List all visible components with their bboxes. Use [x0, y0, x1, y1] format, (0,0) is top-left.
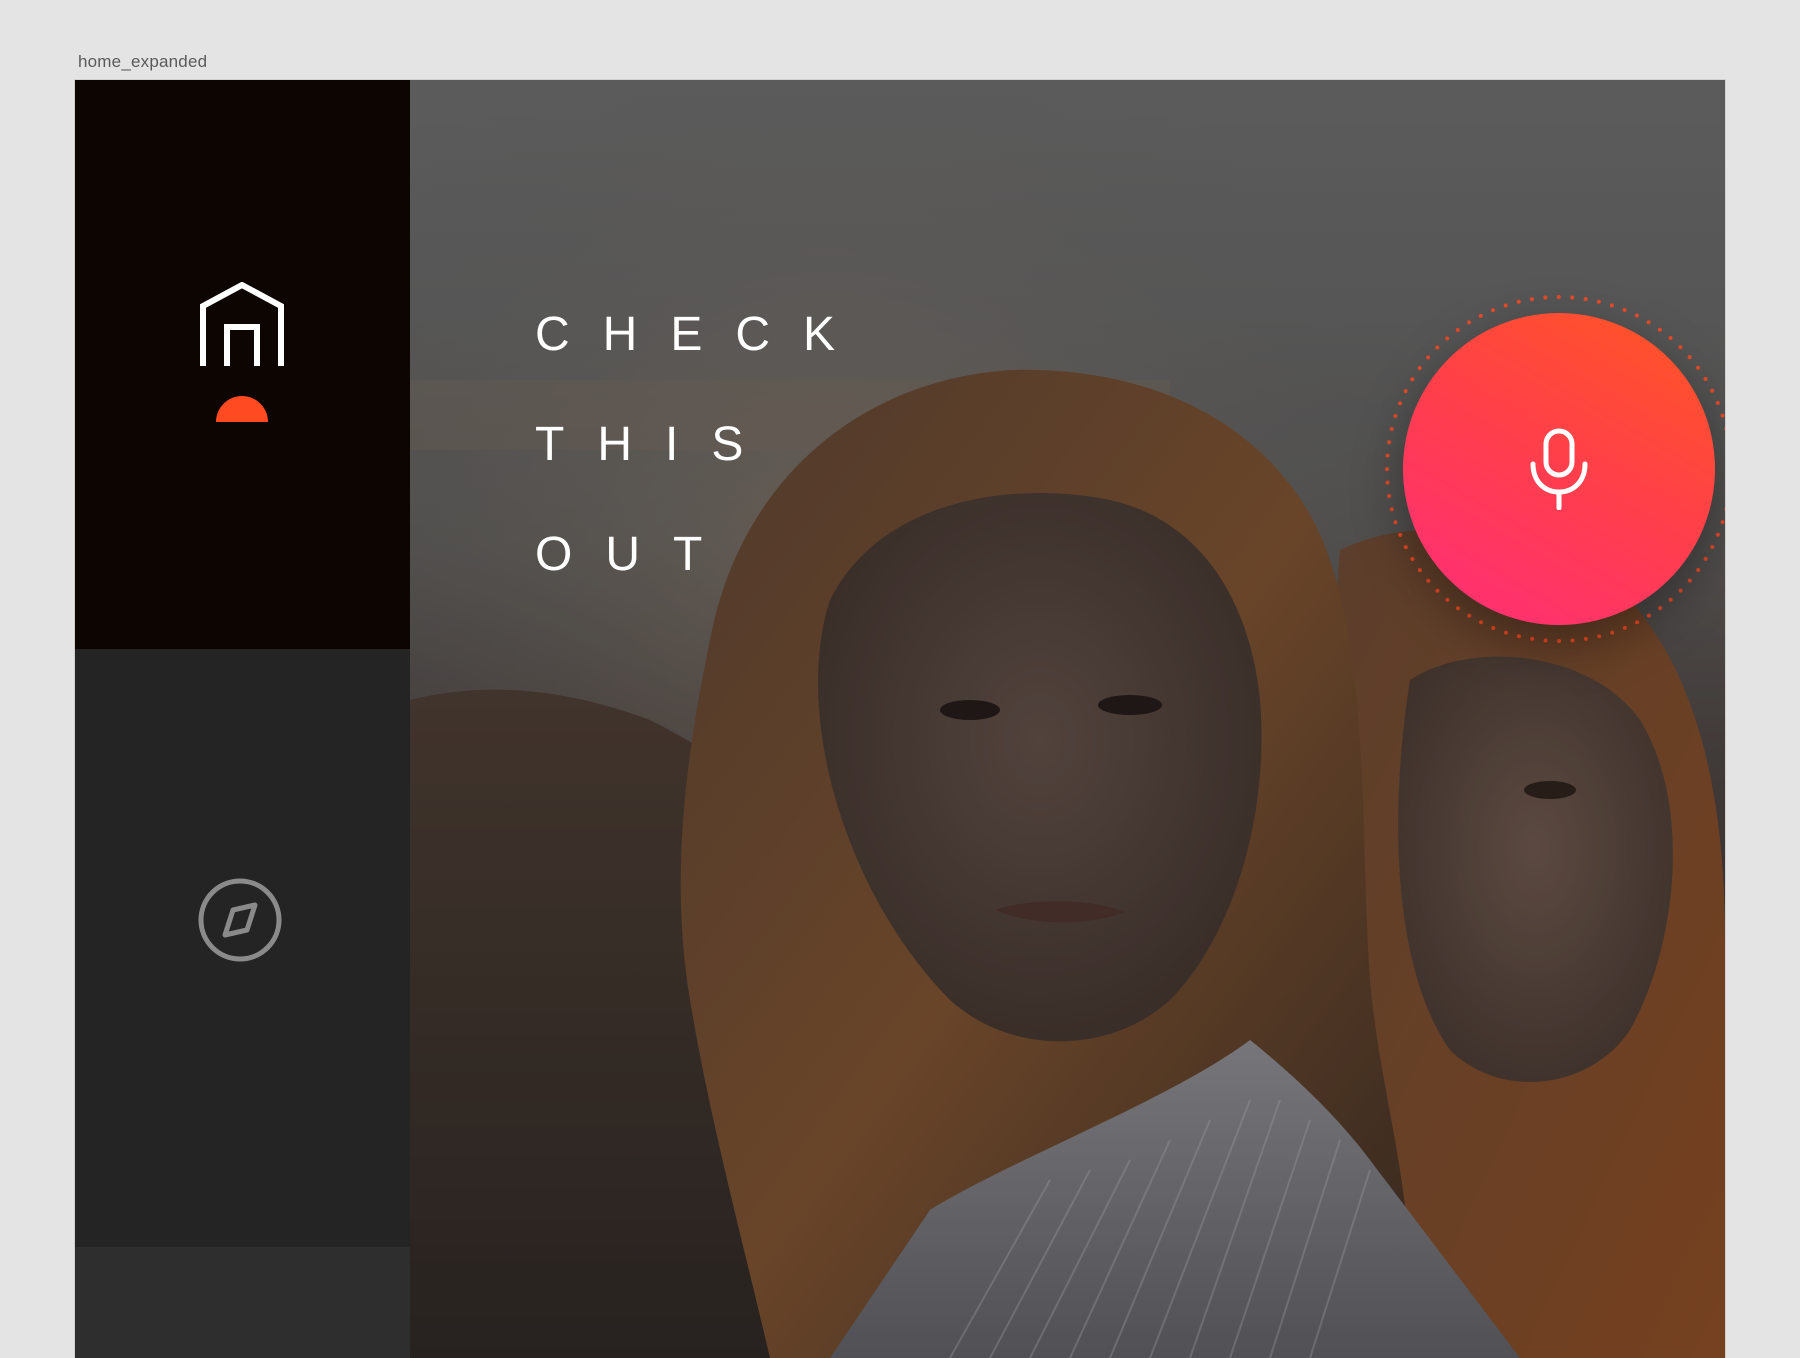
active-indicator — [216, 396, 268, 422]
voice-control — [1377, 287, 1725, 651]
hero-section: CHECK THIS OUT — [410, 80, 1725, 1358]
sidebar-item-explore[interactable] — [75, 649, 410, 1247]
sidebar-item-third[interactable] — [75, 1247, 410, 1358]
headline-line-3: OUT — [535, 528, 736, 581]
headline: CHECK THIS OUT — [535, 280, 868, 610]
sidebar-item-home[interactable] — [75, 80, 410, 649]
home-icon — [200, 282, 284, 366]
headline-line-2: THIS — [535, 418, 777, 471]
hero-photo — [410, 80, 1725, 1358]
compass-icon — [198, 878, 282, 962]
artboard-label: home_expanded — [78, 52, 208, 71]
microphone-icon — [1530, 428, 1588, 510]
app-frame: CHECK THIS OUT — [75, 80, 1725, 1358]
microphone-button[interactable] — [1403, 313, 1715, 625]
sidebar — [75, 80, 410, 1358]
headline-line-1: CHECK — [535, 308, 869, 361]
